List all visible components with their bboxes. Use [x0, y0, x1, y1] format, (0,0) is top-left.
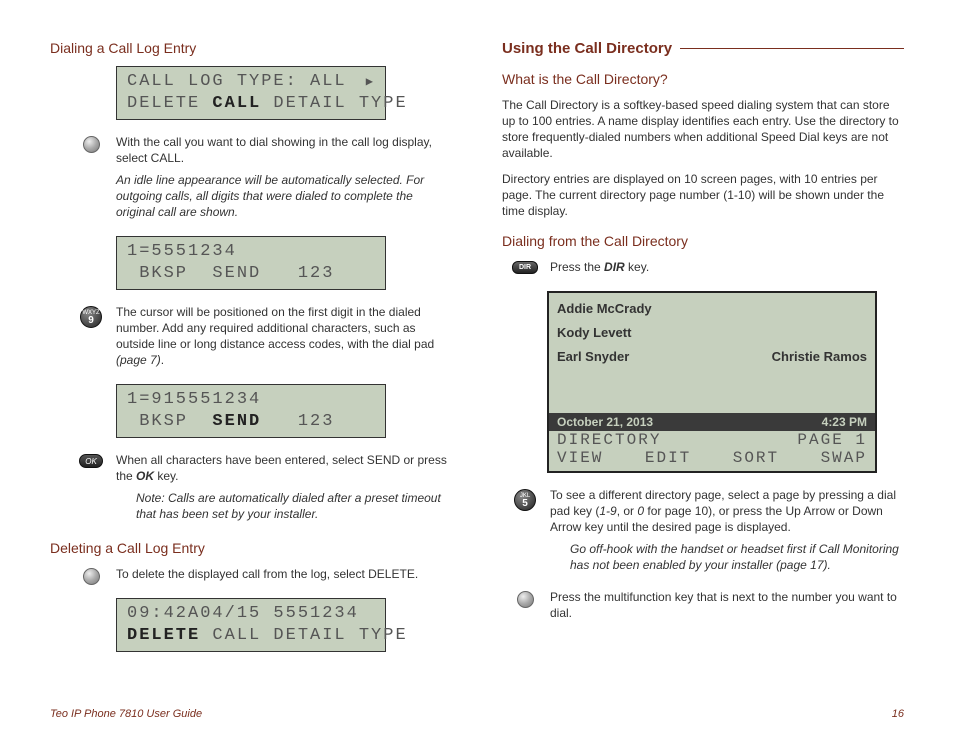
- ok-button-icon: OK: [79, 454, 103, 468]
- step-note-off-hook: Go off-hook with the handset or headset …: [550, 541, 904, 573]
- directory-entry: Earl Snyder: [557, 345, 629, 369]
- right-column: Using the Call Directory What is the Cal…: [502, 40, 904, 680]
- step-note-auto-dial: Note: Calls are automatically dialed aft…: [116, 490, 452, 522]
- lcd-page-indicator: PAGE 1: [797, 431, 867, 449]
- step-select-page: To see a different directory page, selec…: [550, 487, 904, 535]
- lcd-dialed-number-2: 1=915551234 BKSP SEND 123: [116, 384, 386, 438]
- footer-page-number: 16: [892, 708, 904, 720]
- heading-dialing-from-directory: Dialing from the Call Directory: [502, 233, 904, 249]
- softkey-edit: EDIT: [645, 449, 691, 467]
- step-press-dir: Press the DIR key.: [550, 259, 904, 275]
- lcd-time: 4:23 PM: [822, 415, 867, 429]
- keypad-5-icon: JKL5: [514, 489, 536, 511]
- heading-rule-icon: [680, 48, 904, 49]
- lcd-status-label: DIRECTORY: [557, 431, 661, 449]
- lcd-delete-entry: 09:42A04/15 5551234 DELETE CALL DETAIL T…: [116, 598, 386, 652]
- directory-entry: Kody Levett: [557, 321, 631, 345]
- paragraph-directory-desc: The Call Directory is a softkey-based sp…: [502, 97, 904, 161]
- softkey-swap: SWAP: [821, 449, 867, 467]
- directory-entry: Addie McCrady: [557, 297, 652, 321]
- step-delete-call: To delete the displayed call from the lo…: [116, 566, 452, 582]
- directory-entry: Christie Ramos: [772, 345, 867, 369]
- paragraph-directory-pages: Directory entries are displayed on 10 sc…: [502, 171, 904, 219]
- step-cursor-position: The cursor will be positioned on the fir…: [116, 304, 452, 368]
- keypad-9-icon: WXYZ9: [80, 306, 102, 328]
- softkey-view: VIEW: [557, 449, 603, 467]
- footer-title: Teo IP Phone 7810 User Guide: [50, 708, 202, 720]
- lcd-date: October 21, 2013: [557, 415, 653, 429]
- heading-what-is-directory: What is the Call Directory?: [502, 71, 904, 87]
- softkey-sort: SORT: [733, 449, 779, 467]
- page-footer: Teo IP Phone 7810 User Guide 16: [50, 708, 904, 720]
- heading-deleting-call-log: Deleting a Call Log Entry: [50, 540, 452, 556]
- left-column: Dialing a Call Log Entry CALL LOG TYPE: …: [50, 40, 452, 680]
- softkey-button-icon: [83, 136, 100, 153]
- softkey-button-icon: [517, 591, 534, 608]
- heading-dialing-call-log: Dialing a Call Log Entry: [50, 40, 452, 56]
- step-press-multifunction: Press the multifunction key that is next…: [550, 589, 904, 621]
- lcd-call-log-type: CALL LOG TYPE: ALL▶ DELETE CALL DETAIL T…: [116, 66, 386, 120]
- heading-using-call-directory: Using the Call Directory: [502, 40, 904, 57]
- lcd-directory-screen: Addie McCrady Kody Levett Earl Snyder Chr…: [547, 291, 877, 473]
- step-note-idle-line: An idle line appearance will be automati…: [116, 172, 452, 220]
- lcd-dialed-number-1: 1=5551234 BKSP SEND 123: [116, 236, 386, 290]
- lcd-text: CALL LOG TYPE: ALL: [127, 72, 347, 91]
- step-select-send: When all characters have been entered, s…: [116, 452, 452, 484]
- step-select-call: With the call you want to dial showing i…: [116, 134, 452, 166]
- arrow-right-icon: ▶: [366, 71, 375, 93]
- dir-button-icon: DIR: [512, 261, 538, 274]
- softkey-button-icon: [83, 568, 100, 585]
